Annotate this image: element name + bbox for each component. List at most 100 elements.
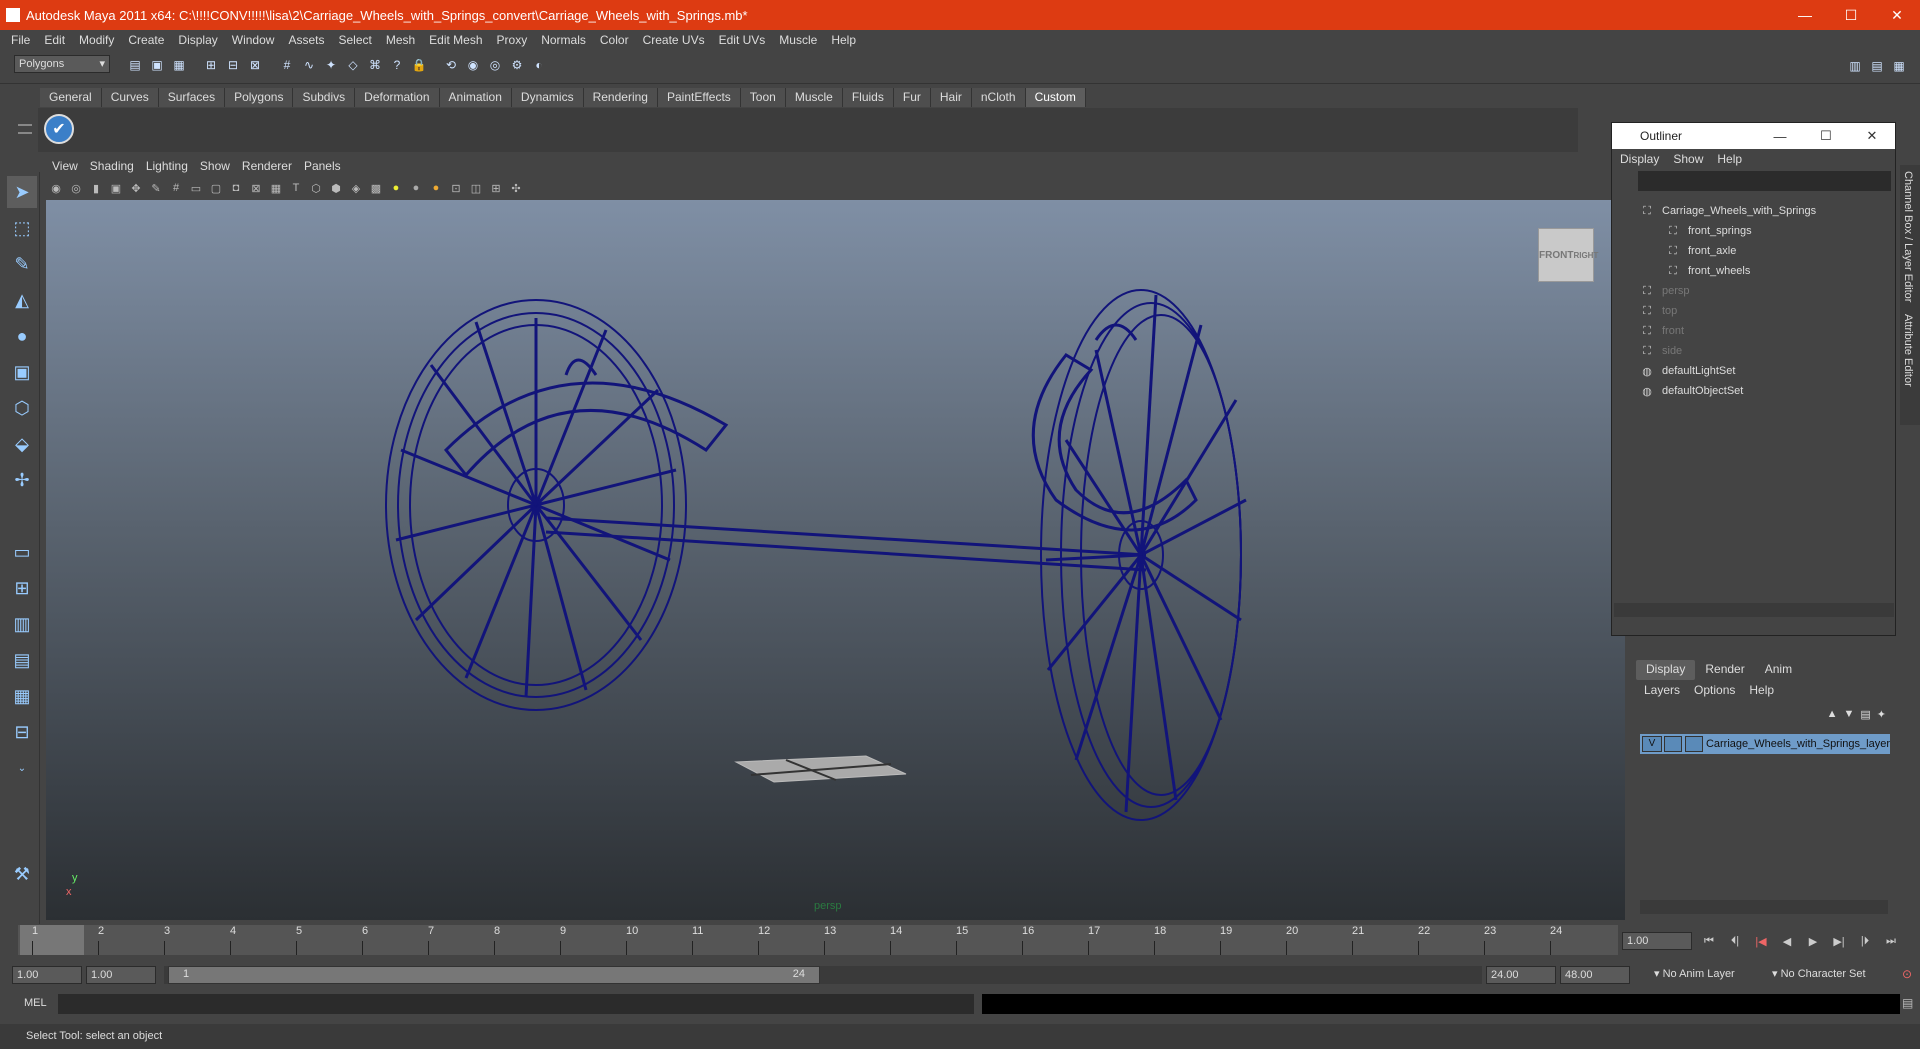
move-tool-icon[interactable]: ◭: [7, 284, 37, 316]
menu-modify[interactable]: Modify: [79, 33, 114, 47]
step-back-frame-icon[interactable]: ⏴|: [1722, 932, 1748, 950]
menu-assets[interactable]: Assets: [288, 33, 324, 47]
outliner-item-front-wheels[interactable]: ⛶ front_wheels: [1634, 261, 1876, 281]
manipulator-tool-icon[interactable]: ⬡: [7, 392, 37, 424]
shelf-tab-curves[interactable]: Curves: [101, 88, 159, 107]
checkmark-shelf-button-icon[interactable]: ✔: [44, 114, 74, 144]
minimize-button[interactable]: —: [1782, 0, 1828, 30]
panel-menu-view[interactable]: View: [52, 159, 78, 179]
outliner-menu-show[interactable]: Show: [1673, 152, 1703, 166]
panel-menu-panels[interactable]: Panels: [304, 159, 341, 179]
panel-menu-shading[interactable]: Shading: [90, 159, 134, 179]
step-back-key-icon[interactable]: |◀: [1748, 932, 1774, 950]
outliner-menu-display[interactable]: Display: [1620, 152, 1659, 166]
step-forward-key-icon[interactable]: ▶|: [1826, 932, 1852, 950]
current-frame-field[interactable]: 1.00: [1622, 932, 1692, 950]
step-forward-frame-icon[interactable]: |⏵: [1852, 932, 1878, 950]
snap-curve-icon[interactable]: ∿: [298, 54, 320, 76]
field-chart-icon[interactable]: ⊠: [247, 179, 265, 197]
rotate-tool-icon[interactable]: ●: [7, 320, 37, 352]
outliner-maximize-button[interactable]: ☐: [1803, 123, 1849, 149]
shelf-tab-animation[interactable]: Animation: [439, 88, 512, 107]
menu-mesh[interactable]: Mesh: [386, 33, 415, 47]
shelf-tab-surfaces[interactable]: Surfaces: [158, 88, 226, 107]
outliner-minimize-button[interactable]: —: [1757, 123, 1803, 149]
gate-mask-icon[interactable]: ◘: [227, 179, 245, 197]
single-pane-layout-icon[interactable]: ▭: [7, 536, 37, 568]
menu-proxy[interactable]: Proxy: [497, 33, 528, 47]
make-live-icon[interactable]: ⌘: [364, 54, 386, 76]
paint-select-icon[interactable]: ✎: [7, 248, 37, 280]
close-button[interactable]: ✕: [1874, 0, 1920, 30]
menu-set-select[interactable]: Polygons ▾: [14, 55, 110, 73]
shelf-tab-polygons[interactable]: Polygons: [225, 88, 294, 107]
layer-menu-help[interactable]: Help: [1749, 683, 1774, 697]
smooth-shade-icon[interactable]: ⬢: [327, 179, 345, 197]
command-input[interactable]: [58, 994, 974, 1014]
safe-title-icon[interactable]: T: [287, 179, 305, 197]
layer-horizontal-scrollbar[interactable]: [1640, 900, 1888, 914]
menu-help[interactable]: Help: [831, 33, 856, 47]
open-scene-icon[interactable]: ▣: [146, 54, 168, 76]
panel-menu-lighting[interactable]: Lighting: [146, 159, 188, 179]
layer-display-type-toggle[interactable]: [1663, 736, 1682, 752]
textured-icon[interactable]: ▩: [367, 179, 385, 197]
new-layer-icon[interactable]: ▤: [1860, 708, 1870, 721]
show-attribute-editor-icon[interactable]: ▥: [1844, 55, 1866, 77]
layer-row[interactable]: V Carriage_Wheels_with_Springs_layer: [1640, 734, 1890, 754]
anim-layer-select[interactable]: ▾ No Anim Layer: [1650, 966, 1755, 984]
snap-point-icon[interactable]: ✦: [320, 54, 342, 76]
shelf-menu-icon[interactable]: [18, 112, 32, 152]
menu-file[interactable]: File: [11, 33, 30, 47]
script-editor-icon[interactable]: ▤: [1902, 996, 1913, 1010]
last-tool-icon[interactable]: ✢: [7, 464, 37, 496]
safe-action-icon[interactable]: ▦: [267, 179, 285, 197]
menu-muscle[interactable]: Muscle: [779, 33, 817, 47]
shelf-tab-dynamics[interactable]: Dynamics: [511, 88, 584, 107]
xray-joints-icon[interactable]: ⊞: [487, 179, 505, 197]
render-icon[interactable]: ◉: [462, 54, 484, 76]
layer-visibility-toggle[interactable]: V: [1642, 736, 1662, 752]
snap-plane-icon[interactable]: ◇: [342, 54, 364, 76]
menu-color[interactable]: Color: [600, 33, 629, 47]
layer-menu-options[interactable]: Options: [1694, 683, 1735, 697]
hud-icon[interactable]: ✣: [507, 179, 525, 197]
outliner-item-side[interactable]: ⛶ side: [1634, 341, 1876, 361]
shelf-tab-muscle[interactable]: Muscle: [785, 88, 843, 107]
layer-menu-layers[interactable]: Layers: [1644, 683, 1680, 697]
select-hierarchy-icon[interactable]: ⊞: [200, 54, 222, 76]
shelf-tab-subdivs[interactable]: Subdivs: [293, 88, 356, 107]
wireframe-icon[interactable]: ⬡: [307, 179, 325, 197]
panel-menu-renderer[interactable]: Renderer: [242, 159, 292, 179]
show-tool-settings-icon[interactable]: ▤: [1866, 55, 1888, 77]
scale-tool-icon[interactable]: ▣: [7, 356, 37, 388]
command-language-label[interactable]: MEL: [24, 997, 47, 1009]
outliner-item-persp[interactable]: ⛶ persp: [1634, 281, 1876, 301]
ipr-render-icon[interactable]: ◎: [484, 54, 506, 76]
move-layer-down-icon[interactable]: ▼: [1843, 708, 1854, 721]
menu-create-uvs[interactable]: Create UVs: [643, 33, 705, 47]
menu-edit-uvs[interactable]: Edit UVs: [719, 33, 766, 47]
outliner-filter-field[interactable]: [1638, 171, 1891, 191]
select-tool-icon[interactable]: ➤: [7, 176, 37, 208]
range-end-field[interactable]: 48.00: [1560, 966, 1630, 984]
channel-box-tab[interactable]: Channel Box / Layer Editor: [1900, 165, 1916, 308]
shelf-tab-rendering[interactable]: Rendering: [583, 88, 658, 107]
camera-attributes-icon[interactable]: ◎: [67, 179, 85, 197]
layer-tab-anim[interactable]: Anim: [1755, 660, 1802, 680]
shelf-tab-fur[interactable]: Fur: [893, 88, 931, 107]
time-slider[interactable]: 1 2 3 4 5 6 7 8 9 10 11 12 13 14 15 16 17 18 19 20 21 22 23 24: [18, 925, 1618, 955]
outliner-item-front-axle[interactable]: ⛶ front_axle: [1634, 241, 1876, 261]
menu-select[interactable]: Select: [338, 33, 371, 47]
layer-tab-render[interactable]: Render: [1695, 660, 1754, 680]
range-start-field[interactable]: 1.00: [12, 966, 82, 984]
grease-pencil-icon[interactable]: ✎: [147, 179, 165, 197]
layer-tab-display[interactable]: Display: [1636, 660, 1696, 680]
outliner-item-defaultobjectset[interactable]: ◍ defaultObjectSet: [1634, 381, 1876, 401]
shelf-tab-custom[interactable]: Custom: [1025, 88, 1086, 107]
shadows-icon[interactable]: ●: [427, 179, 445, 197]
snap-grid-icon[interactable]: #: [276, 54, 298, 76]
outliner-horizontal-scrollbar[interactable]: [1614, 603, 1894, 617]
outliner-item-front[interactable]: ⛶ front: [1634, 321, 1876, 341]
outliner-menu-help[interactable]: Help: [1717, 152, 1742, 166]
